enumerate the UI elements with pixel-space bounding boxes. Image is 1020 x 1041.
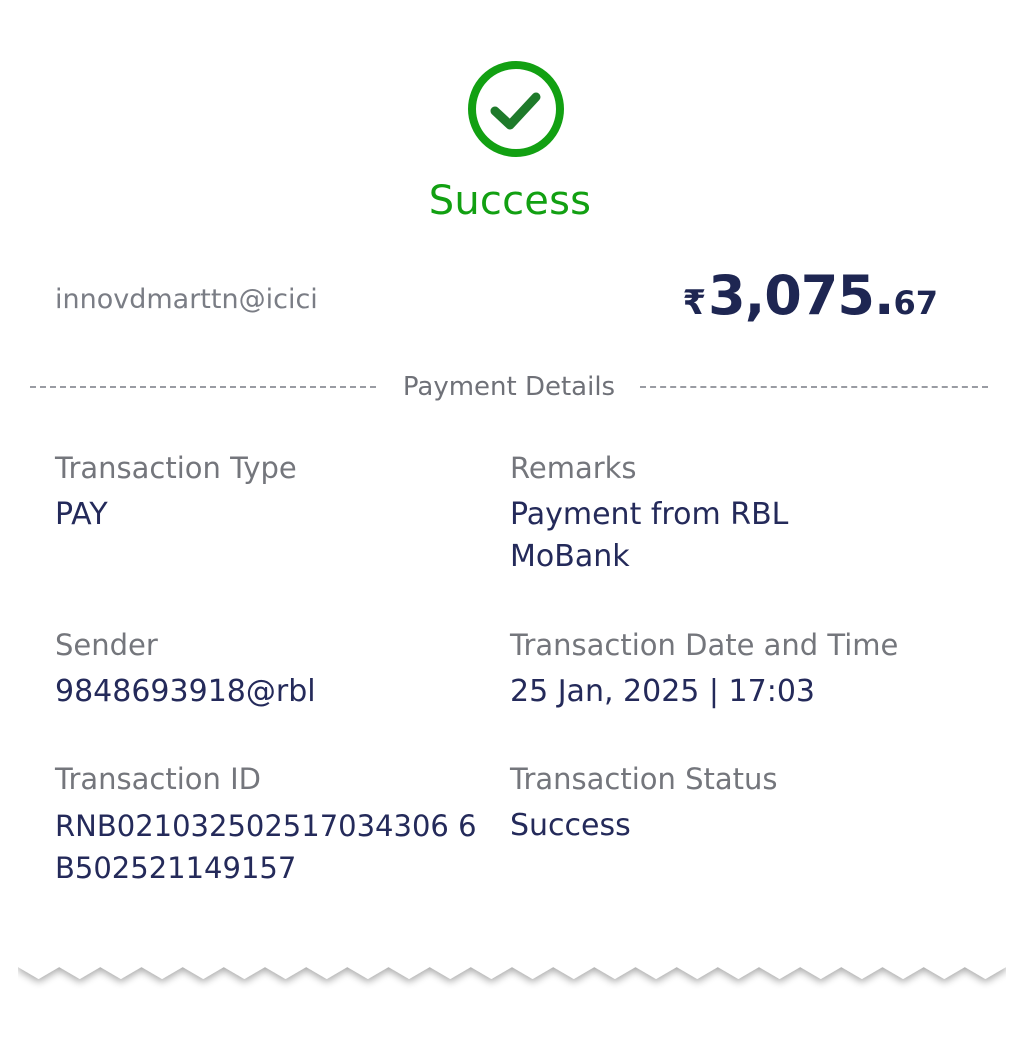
field-value: Payment from RBL MoBank [510, 497, 789, 574]
field-label: Transaction ID [55, 762, 262, 796]
torn-receipt-edge [18, 895, 1006, 979]
field-date-time: Transaction Date and Time 25 Jan, 2025 |… [510, 627, 950, 713]
payment-receipt: Success innovdmarttn@icici ₹3,075.67 Pay… [0, 0, 1020, 1041]
field-sender: Sender 9848693918@rbl [55, 627, 495, 713]
field-transaction-type: Transaction Type PAY [55, 450, 495, 536]
field-label: Sender [55, 628, 158, 662]
field-label: Transaction Status [510, 762, 778, 796]
field-value: Success [510, 808, 631, 843]
field-label: Transaction Type [55, 451, 297, 485]
field-transaction-id: Transaction ID RNB021032502517034306 6B5… [55, 761, 495, 889]
currency-symbol: ₹ [682, 283, 707, 323]
check-circle-icon [468, 61, 564, 157]
field-label: Transaction Date and Time [510, 628, 899, 662]
field-transaction-status: Transaction Status Success [510, 761, 950, 847]
field-value: 25 Jan, 2025 | 17:03 [510, 674, 816, 709]
field-value: RNB021032502517034306 6B502521149157 [55, 809, 477, 885]
amount-integer: 3,075. [708, 264, 894, 327]
payment-details-divider: Payment Details [30, 372, 988, 404]
divider-line-right [640, 386, 988, 388]
field-label: Remarks [510, 451, 637, 485]
payee-id: innovdmarttn@icici [55, 284, 318, 315]
field-remarks: Remarks Payment from RBL MoBank [510, 450, 950, 578]
field-value: 9848693918@rbl [55, 674, 316, 709]
status-title: Success [428, 178, 592, 224]
amount-decimal: 67 [893, 284, 938, 322]
amount: ₹3,075.67 [682, 264, 938, 327]
field-value: PAY [55, 497, 108, 532]
